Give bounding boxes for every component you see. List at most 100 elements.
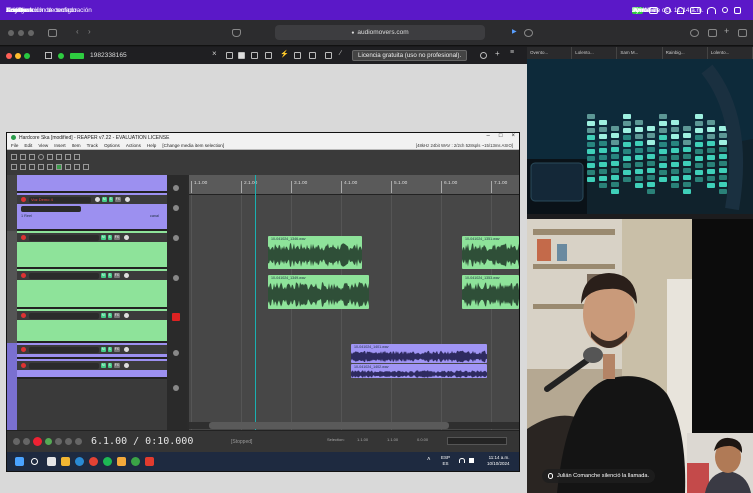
mute-button[interactable]: M [101, 363, 106, 368]
edge-icon[interactable] [75, 457, 84, 466]
taskbar-clock[interactable]: 11:14 a.m. 10/10/2024 [487, 455, 510, 467]
stop-button[interactable] [65, 438, 72, 445]
tray-chevron-icon[interactable]: ˄ [427, 457, 431, 463]
track-purple-1[interactable]: M S FX [17, 343, 167, 359]
siri-icon[interactable] [734, 6, 741, 14]
new-tab-icon[interactable]: + [724, 26, 733, 36]
search-icon[interactable] [31, 458, 38, 465]
record-arm-icon[interactable] [21, 197, 26, 202]
share-icon[interactable] [708, 29, 717, 37]
new-project-icon[interactable] [11, 154, 17, 160]
session-chat-icon[interactable] [251, 52, 258, 59]
chrome-icon[interactable] [89, 457, 98, 466]
fx-button[interactable]: FX [114, 197, 121, 202]
session-display-icon[interactable] [226, 52, 233, 59]
session-menu-icon[interactable]: ≡ [510, 49, 517, 56]
start-icon[interactable] [15, 457, 24, 466]
call-tab[interactable]: Ovento... [527, 47, 573, 59]
call-tab[interactable]: Lolento... [708, 47, 753, 59]
pan-knob[interactable] [123, 347, 129, 352]
track-strip[interactable] [7, 231, 17, 269]
session-window-controls[interactable] [6, 52, 33, 59]
wifi-icon[interactable] [707, 6, 716, 14]
reaper-taskbar-icon[interactable] [131, 457, 140, 466]
volume-tray-icon[interactable] [469, 458, 474, 463]
session-keyboard-icon[interactable] [238, 52, 245, 59]
envelope-button[interactable] [173, 235, 179, 241]
reaper-menu-view[interactable]: View [38, 143, 48, 148]
record-arm-icon[interactable] [21, 313, 26, 318]
media-item[interactable]: 10-041024_1349.wav [268, 275, 369, 309]
track-voz-demo[interactable]: Voz Demo 4 M S FX 1 Reel canal [17, 193, 167, 231]
session-actions-icon[interactable]: ⚡ [280, 50, 289, 58]
track-name-field[interactable] [29, 362, 99, 369]
go-to-start-icon[interactable] [13, 438, 20, 445]
save-project-icon[interactable] [29, 154, 35, 160]
input-language[interactable]: ESP ES [441, 455, 450, 467]
fx-button[interactable]: FX [113, 363, 120, 368]
reaper-menu-help[interactable]: Help [147, 143, 156, 148]
track-green-3[interactable]: M S FX [17, 309, 167, 343]
shared-video-mixer[interactable] [527, 59, 753, 214]
minimize-icon[interactable]: – [487, 133, 490, 139]
envelope-button[interactable] [173, 185, 179, 191]
ripple-edit-icon[interactable] [29, 164, 35, 170]
record-monitor-button[interactable] [172, 313, 180, 321]
redo-icon[interactable] [56, 154, 62, 160]
search-icon[interactable] [722, 7, 728, 13]
solo-button[interactable]: S [107, 273, 112, 278]
fx-button[interactable]: FX [113, 273, 120, 278]
track-name-field[interactable] [29, 234, 99, 241]
item-grouping-icon[interactable] [38, 164, 44, 170]
track-strip[interactable] [7, 269, 17, 309]
reaper-menu-file[interactable]: File [11, 143, 18, 148]
session-draw-icon[interactable]: ∕ [340, 50, 347, 57]
envelope-button[interactable] [173, 205, 179, 211]
reaper-menu-insert[interactable]: Insert [54, 143, 66, 148]
track-green-1[interactable]: M S FX [17, 231, 167, 269]
participant-video-pip[interactable] [687, 433, 753, 493]
reload-icon[interactable] [524, 29, 533, 37]
mute-button[interactable]: M [101, 313, 106, 318]
selection-start[interactable]: 1.1.00 [357, 437, 368, 442]
solo-button[interactable]: S [107, 313, 112, 318]
media-item[interactable]: 10-041024_1351.wav [462, 236, 519, 269]
track-green-2[interactable]: M S FX [17, 269, 167, 309]
volume-fader[interactable] [21, 206, 81, 212]
play-button[interactable] [45, 438, 52, 445]
trash-icon[interactable] [74, 154, 80, 160]
edit-cursor[interactable] [255, 175, 256, 430]
fx-button[interactable]: FX [113, 235, 120, 240]
pan-knob[interactable] [123, 235, 129, 240]
mute-button[interactable]: M [102, 197, 107, 202]
sidebar-toggle-icon[interactable] [48, 29, 57, 37]
back-icon[interactable]: ‹ [76, 27, 85, 36]
session-whiteboard-icon[interactable] [325, 52, 332, 59]
marker-lock-icon[interactable] [74, 164, 80, 170]
grid-toggle-icon[interactable] [11, 164, 17, 170]
reaper-menu-options[interactable]: Options [104, 143, 120, 148]
forward-icon[interactable]: › [88, 27, 97, 36]
selection-length[interactable]: 0.0.00 [417, 437, 428, 442]
file-explorer-icon[interactable] [61, 457, 70, 466]
menu-configuracion-teclado[interactable]: Configuración de teclado [6, 7, 77, 14]
arrange-view[interactable]: 1.1.00 2.1.00 3.1.00 4.1.00 5.1.00 6.1.0… [189, 175, 519, 430]
pan-knob[interactable] [123, 313, 129, 318]
close-icon[interactable]: × [511, 133, 515, 139]
media-item[interactable]: 10-041024_1346.wav [268, 236, 362, 269]
repeat-button[interactable] [75, 438, 82, 445]
record-arm-icon[interactable] [21, 363, 26, 368]
privacy-shield-icon[interactable] [232, 29, 241, 37]
pan-knob[interactable] [123, 273, 129, 278]
anydesk-taskbar-icon[interactable] [145, 457, 154, 466]
record-arm-icon[interactable] [21, 347, 26, 352]
participant-video-empty[interactable] [692, 219, 753, 433]
session-add-icon[interactable] [480, 52, 487, 59]
timeline-ruler[interactable]: 1.1.00 2.1.00 3.1.00 4.1.00 5.1.00 6.1.0… [189, 175, 519, 195]
track-folder[interactable] [17, 175, 167, 193]
downloads-icon[interactable] [690, 29, 699, 37]
track-strip[interactable] [7, 309, 17, 343]
audio-playing-icon[interactable]: ▶ [512, 28, 521, 36]
session-monitor-icon[interactable] [45, 52, 52, 59]
session-close-icon[interactable]: × [212, 49, 219, 58]
